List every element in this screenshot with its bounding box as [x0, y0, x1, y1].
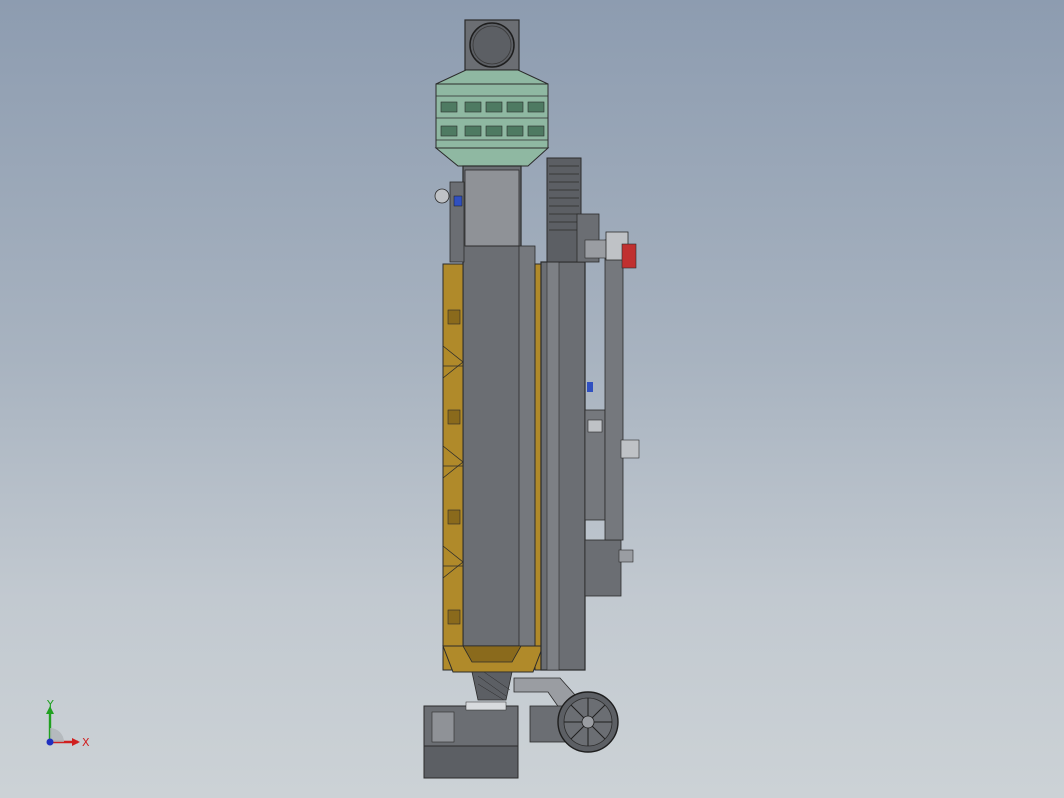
- left-inlet-valve-icon[interactable]: [434, 181, 465, 263]
- bottom-fan-icon[interactable]: [423, 701, 519, 779]
- assembly-model[interactable]: [0, 0, 1064, 798]
- y-axis-label: Y: [46, 698, 54, 711]
- coordinate-triad: X Y: [46, 698, 90, 749]
- top-fan-icon[interactable]: [464, 19, 520, 71]
- hopper-cone[interactable]: [471, 671, 513, 701]
- graphics-viewport[interactable]: X Y: [0, 0, 1064, 798]
- main-column[interactable]: [462, 165, 536, 647]
- x-axis-label: X: [82, 736, 90, 749]
- filter-tower-icon[interactable]: [434, 69, 550, 167]
- cyclone-icon[interactable]: [557, 691, 619, 753]
